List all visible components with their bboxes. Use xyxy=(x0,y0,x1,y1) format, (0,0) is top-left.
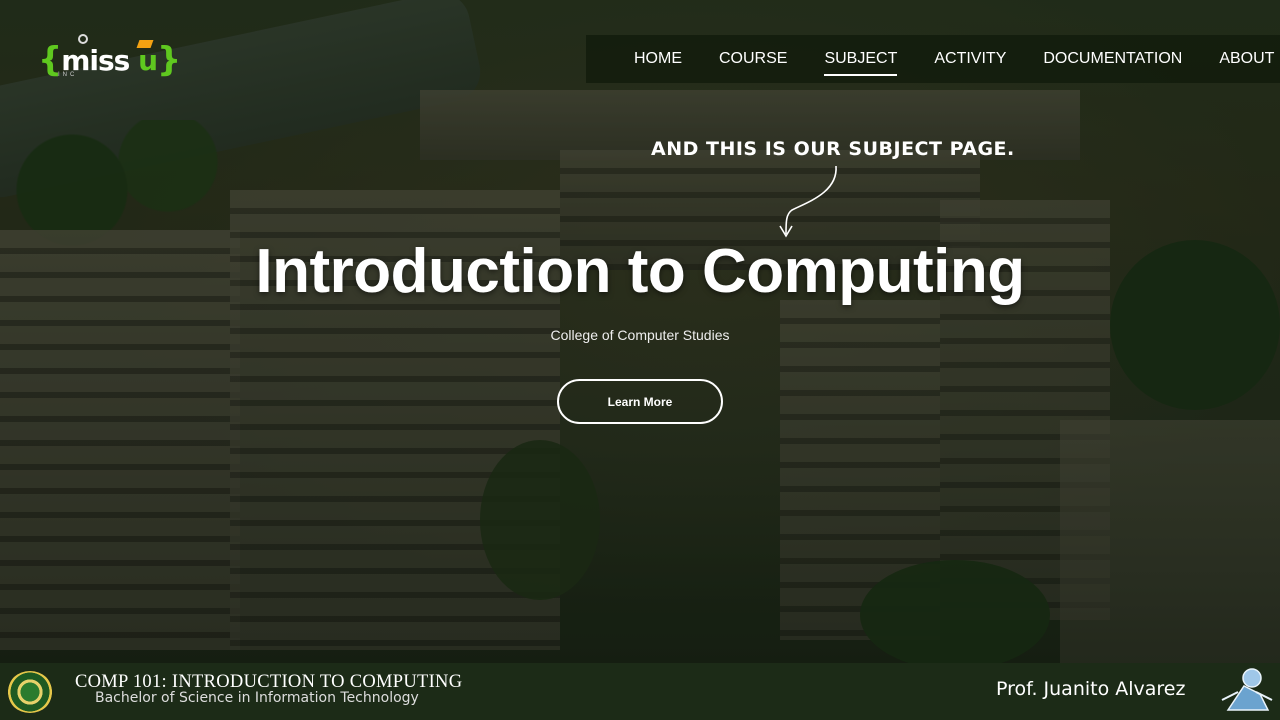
professor-name: Prof. Juanito Alvarez xyxy=(996,678,1186,700)
page-subtitle: College of Computer Studies xyxy=(550,327,730,343)
curved-arrow-icon xyxy=(779,165,837,238)
page-title: Introduction to Computing xyxy=(255,237,1025,306)
learn-more-button[interactable]: Learn More xyxy=(557,379,723,424)
nav-activity[interactable]: ACTIVITY xyxy=(934,50,1006,68)
main-nav: HOME COURSE SUBJECT ACTIVITY DOCUMENTATI… xyxy=(586,35,1280,83)
nav-course[interactable]: COURSE xyxy=(719,50,787,68)
mascot-icon xyxy=(1221,668,1273,711)
graduation-cap-icon xyxy=(136,40,154,48)
gear-icon xyxy=(78,34,88,44)
nav-about[interactable]: ABOUT xyxy=(1219,50,1274,68)
nav-home[interactable]: HOME xyxy=(634,50,682,68)
university-seal-icon xyxy=(7,671,53,713)
nav-documentation[interactable]: DOCUMENTATION xyxy=(1043,50,1182,68)
annotation-text: AND THIS IS OUR SUBJECT PAGE. xyxy=(651,138,1015,160)
logo-subtext: INC xyxy=(58,72,78,78)
nav-subject[interactable]: SUBJECT xyxy=(824,50,897,76)
program-name: Bachelor of Science in Information Techn… xyxy=(95,690,419,706)
